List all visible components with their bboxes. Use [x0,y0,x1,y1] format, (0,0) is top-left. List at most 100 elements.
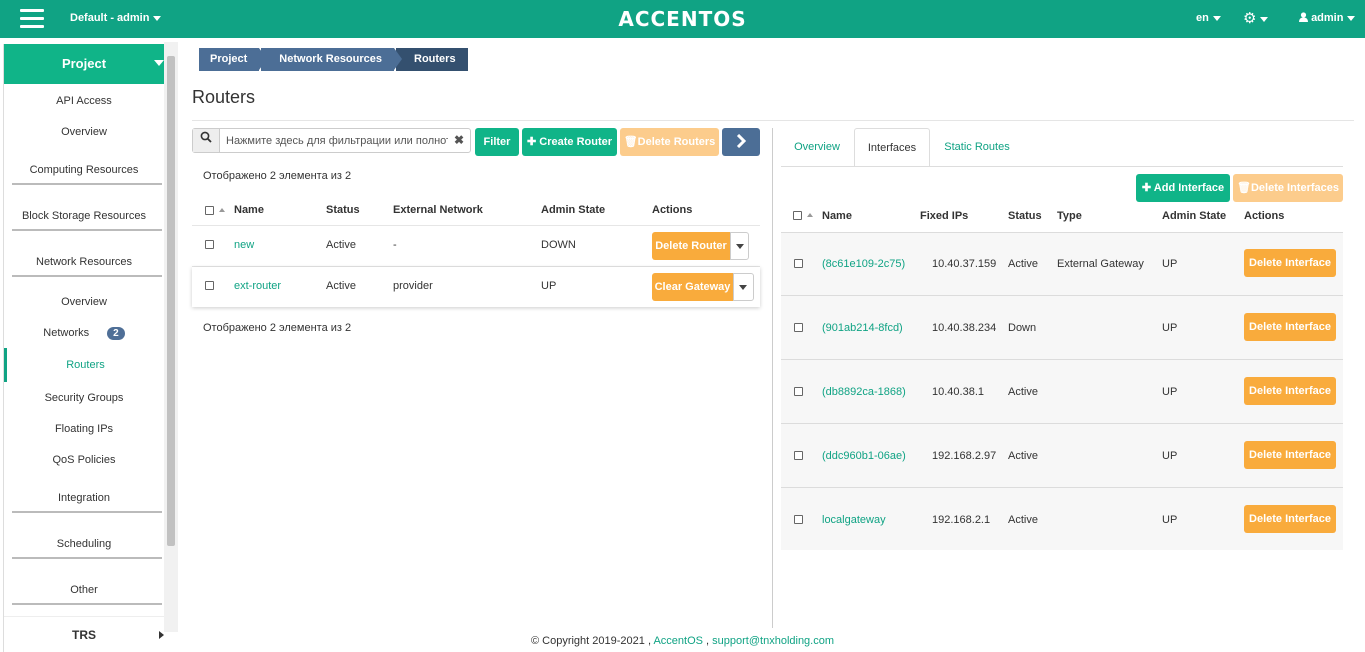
column-header-type[interactable]: Type [1057,210,1082,222]
clear-icon[interactable]: ✖ [454,133,464,147]
column-header-actions: Actions [652,204,693,216]
column-header-fixed-ips[interactable]: Fixed IPs [920,210,968,222]
select-all-checkbox[interactable] [205,206,214,215]
tab-interfaces[interactable]: Interfaces [854,128,930,167]
delete-routers-button[interactable]: 🗑Delete Routers [620,128,719,156]
sidebar-item-qos-policies[interactable]: QoS Policies [4,454,164,466]
gear-icon: ⚙ [1243,10,1257,27]
chevron-down-icon [1212,15,1221,21]
row-checkbox[interactable] [794,515,803,524]
row-checkbox[interactable] [205,240,214,249]
scrollbar-thumb[interactable] [167,56,175,546]
count-badge: 2 [107,327,125,340]
interface-name-link[interactable]: (901ab214-8fcd) [822,322,903,334]
sidebar-item-security-groups[interactable]: Security Groups [4,392,164,404]
column-header-name[interactable]: Name [234,204,264,216]
filter-button[interactable]: Filter [475,128,519,156]
interface-name-link[interactable]: localgateway [822,514,886,526]
sidebar-item-floating-ips[interactable]: Floating IPs [4,423,164,435]
sidebar: Project API Access Overview Computing Re… [3,44,164,652]
add-interface-label: Add Interface [1153,182,1225,194]
router-status: Active [326,280,356,292]
router-status: Active [326,239,356,251]
interface-name-link[interactable]: (ddc960b1-06ae) [822,450,906,462]
sort-icon[interactable] [219,208,225,212]
sidebar-item-other[interactable]: Other [4,584,164,596]
chevron-down-icon[interactable] [730,232,749,260]
sidebar-divider [12,557,162,559]
sidebar-item-overview[interactable]: Overview [4,126,164,138]
trash-icon: 🗑 [623,136,638,148]
row-checkbox[interactable] [205,281,214,290]
sidebar-item-integration[interactable]: Integration [4,492,164,504]
delete-interface-button[interactable]: Delete Interface [1244,313,1336,341]
sidebar-item-label: Networks [43,327,90,339]
delete-router-button[interactable]: Delete Router [652,232,730,260]
column-header-admin-state[interactable]: Admin State [1162,210,1226,222]
interface-name-link[interactable]: (db8892ca-1868) [822,386,906,398]
delete-interface-button[interactable]: Delete Interface [1244,505,1336,533]
sidebar-item-computing-resources[interactable]: Computing Resources [4,164,164,176]
sort-icon[interactable] [807,213,813,217]
sidebar-item-networks[interactable]: Networks 2 [4,327,164,340]
interface-admin-state: UP [1162,386,1178,398]
router-name-link[interactable]: new [234,239,254,251]
user-icon [1299,12,1308,22]
row-checkbox[interactable] [794,259,803,268]
delete-interface-button[interactable]: Delete Interface [1244,377,1336,405]
sidebar-item-api-access[interactable]: API Access [4,95,164,107]
delete-interface-button[interactable]: Delete Interface [1244,249,1336,277]
row-checkbox[interactable] [794,451,803,460]
select-all-checkbox[interactable] [793,211,802,220]
chevron-down-icon[interactable] [733,273,754,301]
search-input[interactable] [226,133,448,148]
tab-overview[interactable]: Overview [781,128,853,167]
clear-gateway-button[interactable]: Clear Gateway [652,273,733,301]
language-label: en [1196,12,1209,24]
column-header-admin-state[interactable]: Admin State [541,204,605,216]
column-header-external-network[interactable]: External Network [393,204,483,216]
interface-admin-state: UP [1162,322,1178,334]
router-name-link[interactable]: ext-router [234,280,281,292]
sidebar-item-routers[interactable]: Routers [4,348,164,382]
column-header-status[interactable]: Status [326,204,360,216]
language-selector[interactable]: en [1196,12,1221,24]
sidebar-scrollbar[interactable] [164,42,178,632]
sidebar-divider [12,183,162,185]
delete-interfaces-label: Delete Interfaces [1250,182,1339,194]
copyright-text: © Copyright 2019-2021 , [530,635,651,647]
router-external-network: - [393,239,397,251]
interface-name-link[interactable]: (8c61e109-2c75) [822,258,905,270]
row-actions: Clear Gateway [652,273,754,301]
delete-interfaces-button[interactable]: 🗑Delete Interfaces [1233,174,1343,202]
chevron-down-icon [1260,16,1269,22]
interface-fixed-ip: 10.40.37.159 [932,258,997,270]
column-header-name[interactable]: Name [822,210,852,222]
breadcrumb-project[interactable]: Project [199,48,268,71]
chevron-down-icon [154,60,164,66]
create-router-button[interactable]: ✚ Create Router [522,128,617,156]
row-checkbox[interactable] [794,323,803,332]
sidebar-divider [12,511,162,513]
column-header-status[interactable]: Status [1008,210,1042,222]
app-logo: ACCENTOS [618,7,747,31]
delete-interface-button[interactable]: Delete Interface [1244,441,1336,469]
sidebar-item-network-resources[interactable]: Network Resources [4,256,164,268]
next-button[interactable] [722,128,760,156]
add-interface-button[interactable]: ✚ Add Interface [1136,174,1230,202]
row-checkbox[interactable] [794,387,803,396]
settings-menu[interactable]: ⚙ [1243,9,1269,27]
title-divider [192,120,1354,121]
tab-static-routes[interactable]: Static Routes [935,128,1019,167]
sidebar-project-header[interactable]: Project [4,44,164,84]
column-header-actions: Actions [1244,210,1285,222]
sidebar-item-block-storage[interactable]: Block Storage Resources [4,210,164,222]
brand-link[interactable]: AccentOS [653,635,703,647]
page-title: Routers [192,87,256,107]
sidebar-divider [12,603,162,605]
sidebar-item-scheduling[interactable]: Scheduling [4,538,164,550]
user-menu[interactable]: admin [1299,12,1356,24]
support-email-link[interactable]: support@tnxholding.com [712,635,834,647]
breadcrumb-network-resources[interactable]: Network Resources [261,48,402,71]
sidebar-item-network-overview[interactable]: Overview [4,296,164,308]
